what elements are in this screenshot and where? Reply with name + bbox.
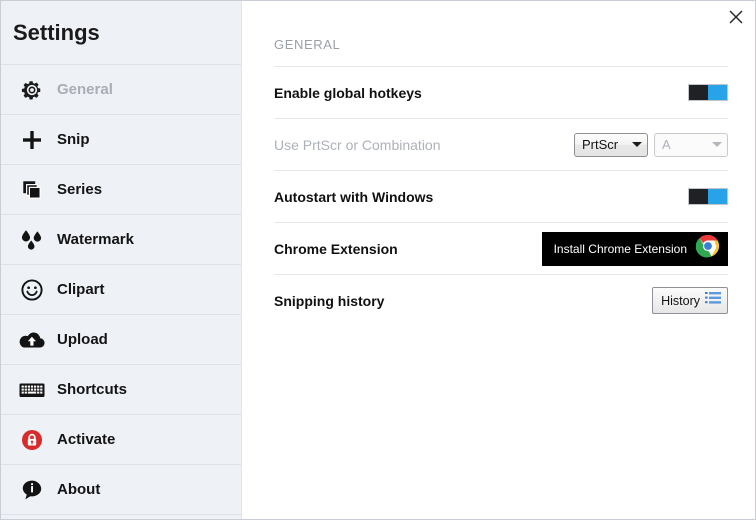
sidebar-item-label: Shortcuts <box>57 381 128 398</box>
sidebar-item-label: General <box>57 81 113 98</box>
sidebar-item-label: About <box>57 481 101 498</box>
sidebar-item-label: Activate <box>57 431 116 448</box>
row-control: Install Chrome Extension <box>541 231 728 266</box>
smiley-icon <box>15 274 49 306</box>
row-label: Snipping history <box>274 292 385 309</box>
sidebar-item-label: Clipart <box>57 281 105 298</box>
lock-icon <box>15 424 49 456</box>
sidebar-item-label: Snip <box>57 131 90 148</box>
sidebar-item-snip[interactable]: Snip <box>1 115 241 165</box>
toggle-knob <box>689 85 708 100</box>
history-button[interactable]: History <box>652 287 728 314</box>
select-combination-key-value: A <box>662 137 671 152</box>
chevron-down-icon <box>632 142 642 147</box>
sidebar-nav-list: General Snip Series Watermark Clipart Up… <box>1 65 241 519</box>
toggle-enable-global-hotkeys[interactable] <box>688 84 728 101</box>
main-panel: GENERAL Enable global hotkeys Use PrtScr… <box>242 1 755 519</box>
cloud-upload-icon <box>15 324 49 356</box>
info-bubble-icon <box>15 474 49 506</box>
sidebar-item-general[interactable]: General <box>1 65 241 115</box>
settings-rows: Enable global hotkeys Use PrtScr or Comb… <box>274 66 728 326</box>
select-prtscr-mode[interactable]: PrtScr <box>574 132 648 157</box>
sidebar-item-label: Watermark <box>57 231 134 248</box>
row-label: Use PrtScr or Combination <box>274 136 441 153</box>
toggle-track <box>708 189 727 204</box>
copy-stack-icon <box>15 174 49 206</box>
sidebar-item-activate[interactable]: Activate <box>1 415 241 465</box>
gear-icon <box>15 74 49 106</box>
row-enable-global-hotkeys: Enable global hotkeys <box>274 66 728 118</box>
sidebar-item-series[interactable]: Series <box>1 165 241 215</box>
row-label: Enable global hotkeys <box>274 84 422 101</box>
chrome-logo-icon <box>695 234 720 263</box>
row-use-prtscr-or-combination: Use PrtScr or Combination PrtScr A <box>274 118 728 170</box>
plus-icon <box>15 124 49 156</box>
sidebar-item-watermark[interactable]: Watermark <box>1 215 241 265</box>
droplets-icon <box>15 224 49 256</box>
page-title: Settings <box>13 19 100 45</box>
sidebar-item-label: Series <box>57 181 103 198</box>
list-lines-icon <box>704 289 722 312</box>
toggle-knob <box>689 189 708 204</box>
sidebar-item-upload[interactable]: Upload <box>1 315 241 365</box>
keyboard-icon <box>15 374 49 406</box>
history-button-label: History <box>661 293 700 308</box>
row-label: Chrome Extension <box>274 240 398 257</box>
install-chrome-extension-button[interactable]: Install Chrome Extension <box>541 231 728 266</box>
row-autostart-with-windows: Autostart with Windows <box>274 170 728 222</box>
select-prtscr-mode-value: PrtScr <box>582 137 619 152</box>
sidebar-item-shortcuts[interactable]: Shortcuts <box>1 365 241 415</box>
sidebar-item-label: Upload <box>57 331 108 348</box>
install-chrome-extension-label: Install Chrome Extension <box>553 241 687 256</box>
settings-window: Settings General Snip Series Watermark C… <box>0 0 756 520</box>
sidebar-item-clipart[interactable]: Clipart <box>1 265 241 315</box>
row-control <box>688 188 728 205</box>
toggle-track <box>708 85 727 100</box>
close-icon[interactable] <box>723 4 749 30</box>
chevron-down-icon <box>712 142 722 147</box>
select-combination-key[interactable]: A <box>654 132 728 157</box>
section-header-general: GENERAL <box>274 37 341 52</box>
sidebar-header: Settings <box>1 1 241 65</box>
sidebar-item-about[interactable]: About <box>1 465 241 515</box>
row-control: History <box>652 287 728 314</box>
row-control <box>688 84 728 101</box>
sidebar: Settings General Snip Series Watermark C… <box>1 1 242 519</box>
row-control: PrtScr A <box>574 132 728 157</box>
row-snipping-history: Snipping history History <box>274 274 728 326</box>
row-label: Autostart with Windows <box>274 188 434 205</box>
row-chrome-extension: Chrome Extension Install Chrome Extensio… <box>274 222 728 274</box>
toggle-autostart-with-windows[interactable] <box>688 188 728 205</box>
